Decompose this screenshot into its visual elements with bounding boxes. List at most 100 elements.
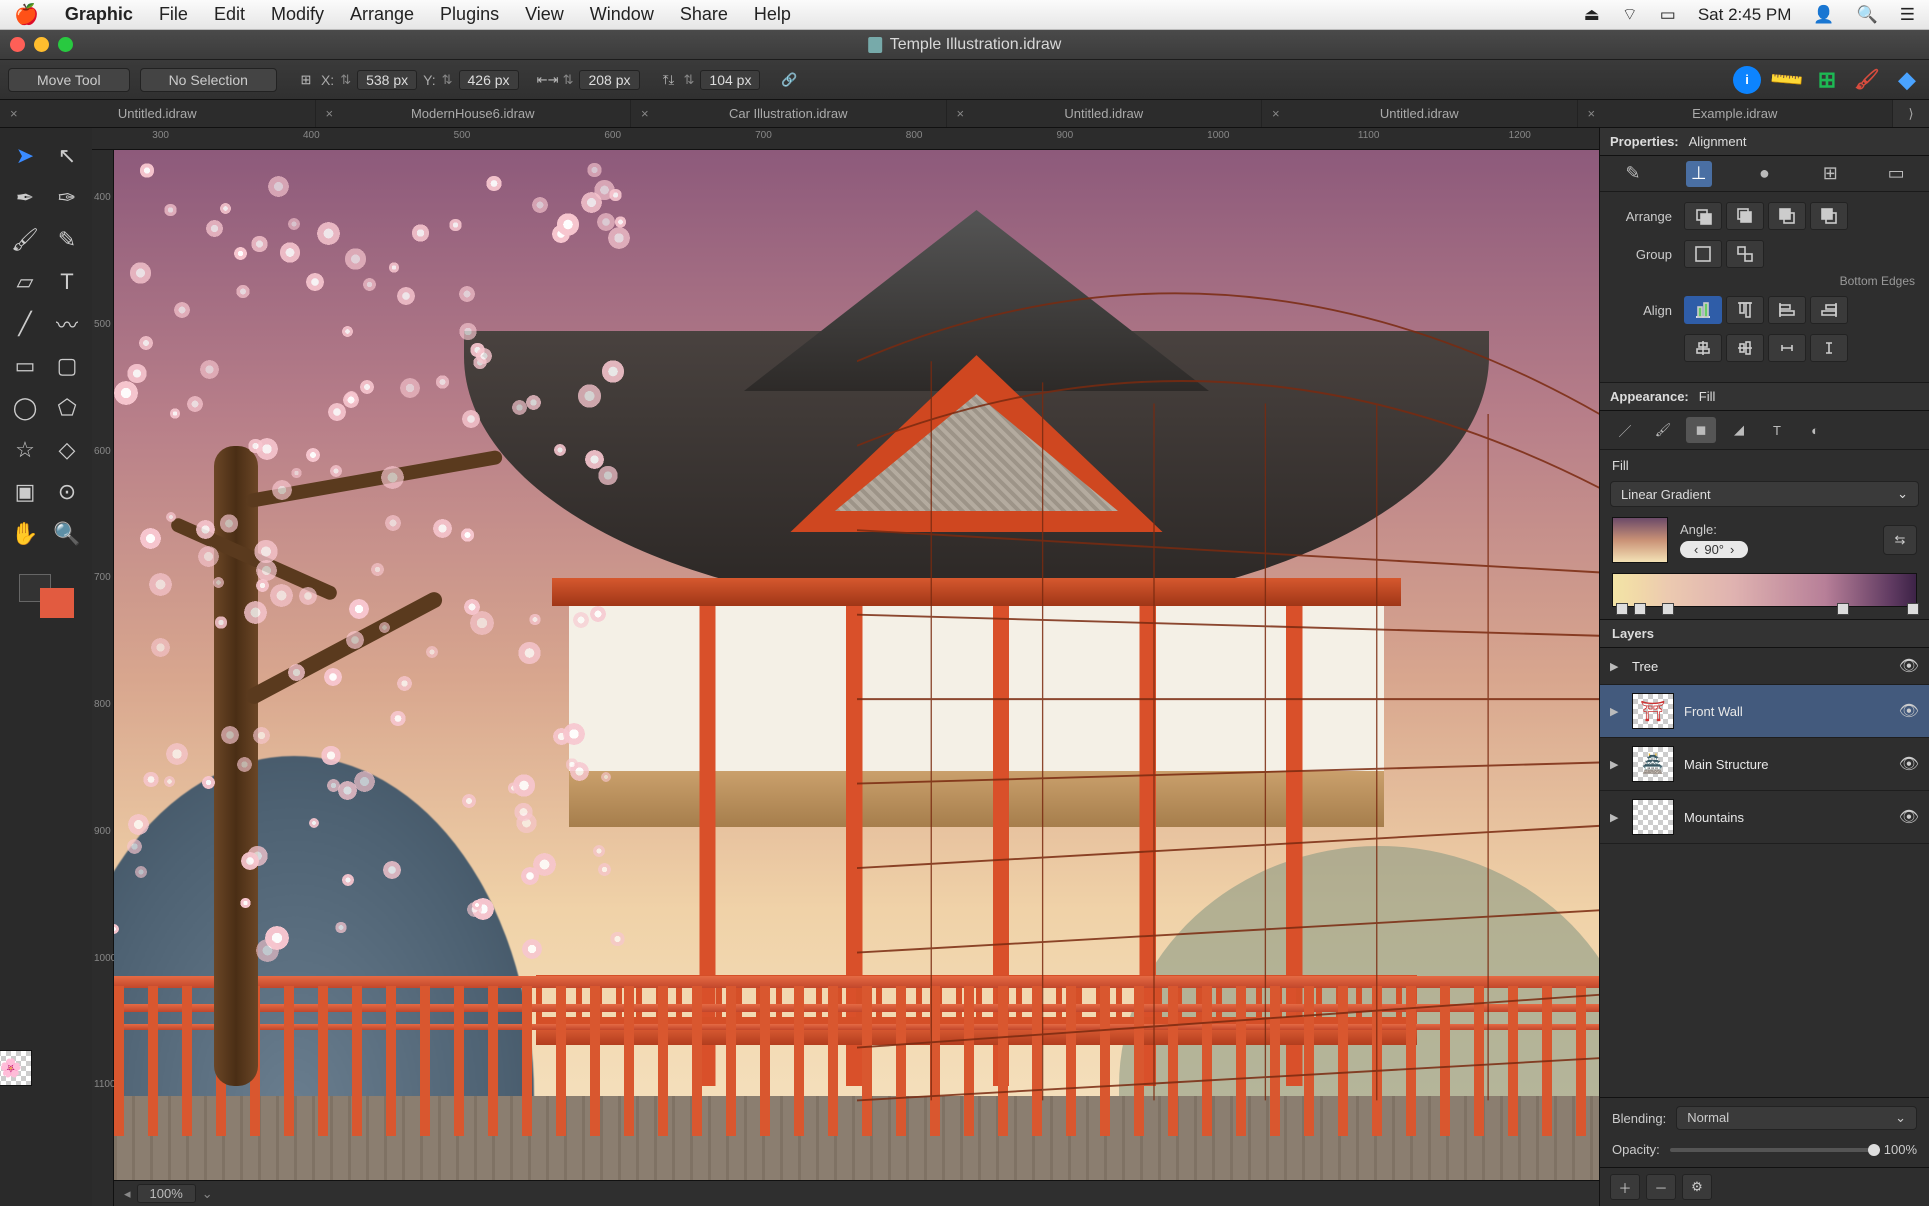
polygon-tool[interactable]: ⬠ (47, 388, 87, 428)
pen-tool[interactable]: ✑ (47, 178, 87, 218)
brush-tool[interactable]: 🖌 (5, 220, 45, 260)
send-backward-button[interactable] (1768, 202, 1806, 230)
layer-row-mountains[interactable]: ▶ Mountains 👁 (1600, 791, 1929, 844)
align-tab-icon[interactable]: ⊥ (1686, 161, 1712, 187)
pen-add-tool[interactable]: ✒︎ (5, 178, 45, 218)
visibility-icon[interactable]: 👁 (1899, 807, 1919, 827)
close-icon[interactable]: × (1272, 106, 1280, 121)
fx-tab-icon[interactable]: ◐ (1800, 417, 1830, 443)
close-icon[interactable]: × (1588, 106, 1596, 121)
horizontal-ruler[interactable]: 300 400 500 600 700 800 900 1000 1100 12… (92, 128, 1599, 150)
gradient-stop[interactable] (1662, 603, 1674, 615)
crop-tool[interactable]: ▣ (5, 472, 45, 512)
line-tool[interactable]: ╱ (5, 304, 45, 344)
height-field[interactable]: 104 px (700, 70, 760, 90)
zoom-field[interactable]: 100% (137, 1184, 196, 1203)
align-hcenter-button[interactable] (1726, 334, 1764, 362)
layer-row-front-wall[interactable]: ▶ Front Wall 👁 (1600, 685, 1929, 738)
color-swatch[interactable] (19, 574, 74, 618)
layer-row-main-structure[interactable]: ▶ Main Structure 👁 (1600, 738, 1929, 791)
zoom-tool[interactable]: 🔍 (47, 514, 87, 554)
gradient-preview[interactable] (1612, 517, 1668, 563)
tab-untitled-3[interactable]: ×Untitled.idraw (1262, 100, 1578, 127)
tab-modernhouse[interactable]: ×ModernHouse6.idraw (316, 100, 632, 127)
direct-select-tool[interactable]: ↖ (47, 136, 87, 176)
ellipse-tool[interactable]: ◯ (5, 388, 45, 428)
page-tab-icon[interactable]: ▭ (1883, 161, 1909, 187)
menubar-clock[interactable]: Sat 2:45 PM (1698, 5, 1792, 25)
add-layer-button[interactable]: ＋ (1610, 1174, 1640, 1200)
align-bottom-button[interactable] (1684, 296, 1722, 324)
grid-tab-icon[interactable]: ⊞ (1817, 161, 1843, 187)
expand-icon[interactable]: ▶ (1610, 811, 1622, 824)
text-tool[interactable]: T (47, 262, 87, 302)
window-close-button[interactable] (10, 37, 25, 52)
close-icon[interactable]: × (641, 106, 649, 121)
tab-untitled-2[interactable]: ×Untitled.idraw (947, 100, 1263, 127)
gem-tool[interactable]: ◇ (47, 430, 87, 470)
shape-tab-icon[interactable]: ● (1751, 161, 1777, 187)
layer-options-button[interactable]: ⚙︎ (1682, 1174, 1712, 1200)
text-style-icon[interactable]: T (1762, 417, 1792, 443)
eraser-tool[interactable]: ▱ (5, 262, 45, 302)
gradient-stop[interactable] (1907, 603, 1919, 615)
menu-share[interactable]: Share (680, 4, 728, 25)
selection-tool[interactable]: ➤ (5, 136, 45, 176)
tab-car[interactable]: ×Car Illustration.idraw (631, 100, 947, 127)
app-name[interactable]: Graphic (65, 4, 133, 25)
user-icon[interactable]: 👤 (1813, 5, 1834, 25)
airplay-icon[interactable]: ⏏︎ (1584, 5, 1600, 25)
pencil-tool[interactable]: ✎ (47, 220, 87, 260)
menu-edit[interactable]: Edit (214, 4, 245, 25)
visibility-icon[interactable]: 👁 (1899, 656, 1919, 676)
gradient-editor[interactable] (1612, 573, 1917, 607)
menu-window[interactable]: Window (590, 4, 654, 25)
bring-to-front-button[interactable] (1684, 202, 1722, 230)
reverse-gradient-button[interactable]: ⇆ (1883, 525, 1917, 555)
menu-arrange[interactable]: Arrange (350, 4, 414, 25)
selection-status[interactable]: No Selection (140, 68, 277, 92)
align-right-button[interactable] (1810, 296, 1848, 324)
fill-tab-icon[interactable]: ◼ (1686, 417, 1716, 443)
tab-untitled-1[interactable]: ×Untitled.idraw (0, 100, 316, 127)
rectangle-tool[interactable]: ▭ (5, 346, 45, 386)
gradient-stop[interactable] (1616, 603, 1628, 615)
expand-icon[interactable]: ▶ (1610, 660, 1622, 673)
tabs-scroll-right[interactable]: ⟩ (1893, 100, 1929, 127)
tab-example[interactable]: ×Example.idraw (1578, 100, 1894, 127)
menu-file[interactable]: File (159, 4, 188, 25)
menu-modify[interactable]: Modify (271, 4, 324, 25)
visibility-icon[interactable]: 👁 (1899, 754, 1919, 774)
stroke-tab-icon[interactable]: ／ (1610, 417, 1640, 443)
close-icon[interactable]: × (957, 106, 965, 121)
hand-tool[interactable]: ✋ (5, 514, 45, 554)
menu-help[interactable]: Help (754, 4, 791, 25)
wifi-icon[interactable]: ⌔ (1622, 4, 1638, 25)
canvas[interactable] (114, 150, 1599, 1206)
grid-button[interactable]: ⊞ (1813, 66, 1841, 94)
rounded-rect-tool[interactable]: ▢ (47, 346, 87, 386)
current-tool-label[interactable]: Move Tool (8, 68, 130, 92)
expand-icon[interactable]: ▶ (1610, 705, 1622, 718)
align-vcenter-button[interactable] (1684, 334, 1722, 362)
expand-icon[interactable]: ▶ (1610, 758, 1622, 771)
distribute-v-button[interactable] (1810, 334, 1848, 362)
edit-tab-icon[interactable]: ✎ (1620, 161, 1646, 187)
bring-forward-button[interactable] (1726, 202, 1764, 230)
info-panel-button[interactable]: i (1733, 66, 1761, 94)
notification-center-icon[interactable]: ☰ (1900, 5, 1915, 25)
group-button[interactable] (1684, 240, 1722, 268)
y-field[interactable]: 426 px (459, 70, 519, 90)
star-tool[interactable]: ☆ (5, 430, 45, 470)
window-minimize-button[interactable] (34, 37, 49, 52)
fill-type-dropdown[interactable]: Linear Gradient ⌄ (1610, 481, 1919, 507)
styles-button[interactable]: 🖌 (1853, 66, 1881, 94)
gradient-stop[interactable] (1837, 603, 1849, 615)
menu-plugins[interactable]: Plugins (440, 4, 499, 25)
angle-field[interactable]: ‹ 90° › (1680, 541, 1748, 558)
remove-layer-button[interactable]: － (1646, 1174, 1676, 1200)
layer-row-tree[interactable]: ▶ Tree 👁 (1600, 648, 1929, 685)
align-top-button[interactable] (1726, 296, 1764, 324)
brush-tab-icon[interactable]: 🖌 (1648, 417, 1678, 443)
spotlight-icon[interactable]: 🔍 (1857, 5, 1878, 25)
